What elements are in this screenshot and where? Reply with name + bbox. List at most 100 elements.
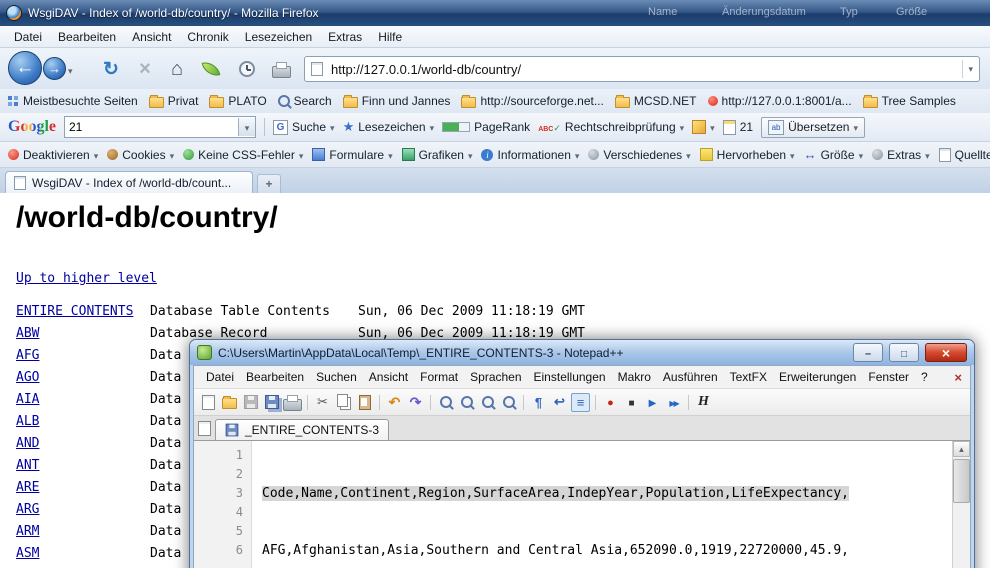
history-button[interactable] xyxy=(234,56,260,82)
menu-chronik[interactable]: Chronik xyxy=(179,28,236,46)
paste-button[interactable] xyxy=(355,393,374,412)
bookmark-localhost-8001[interactable]: http://127.0.0.1:8001/a... xyxy=(708,94,852,108)
npp-menu-suchen[interactable]: Suchen xyxy=(310,368,363,386)
back-button[interactable] xyxy=(8,51,42,85)
editor-tab[interactable]: _ENTIRE_CONTENTS-3 xyxy=(215,419,389,440)
feed-button[interactable] xyxy=(198,56,224,82)
npp-menu-fenster[interactable]: Fenster xyxy=(862,368,915,386)
bookmark-sourceforge[interactable]: http://sourceforge.net... xyxy=(461,94,603,108)
reload-button[interactable] xyxy=(98,56,124,82)
npp-menu-einstellungen[interactable]: Einstellungen xyxy=(528,368,612,386)
menubar-close-icon[interactable] xyxy=(954,370,964,385)
print-button[interactable] xyxy=(283,393,302,412)
npp-menu-makro[interactable]: Makro xyxy=(612,368,657,386)
entry-link[interactable]: ABW xyxy=(16,326,150,341)
play-macro-button[interactable] xyxy=(643,393,662,412)
stop-button[interactable] xyxy=(132,56,158,82)
new-tab-button[interactable]: + xyxy=(257,174,281,193)
npp-menu-textfx[interactable]: TextFX xyxy=(724,368,773,386)
entry-link[interactable]: ASM xyxy=(16,546,150,561)
entry-link[interactable]: ANT xyxy=(16,458,150,473)
notes-count-button[interactable]: 21 xyxy=(723,120,753,135)
highlight-button[interactable] xyxy=(692,120,715,134)
indent-guide-button[interactable] xyxy=(571,393,590,412)
npp-menu-sprachen[interactable]: Sprachen xyxy=(464,368,527,386)
webdev-css[interactable]: Keine CSS-Fehler xyxy=(183,148,303,162)
webdev-cookies[interactable]: Cookies xyxy=(107,148,174,162)
entry-link[interactable]: AGO xyxy=(16,370,150,385)
entry-link[interactable]: ARE xyxy=(16,480,150,495)
bookmark-meistbesuchte[interactable]: Meistbesuchte Seiten xyxy=(8,94,138,108)
save-all-button[interactable] xyxy=(262,393,281,412)
google-suche-button[interactable]: Suche xyxy=(273,120,335,135)
webdev-informationen[interactable]: Informationen xyxy=(481,148,579,162)
webdev-quelltext[interactable]: Quellte xyxy=(939,148,990,162)
print-button[interactable] xyxy=(268,56,294,82)
menu-lesezeichen[interactable]: Lesezeichen xyxy=(237,28,320,46)
webdev-grafiken[interactable]: Grafiken xyxy=(402,148,473,162)
npp-menu-help[interactable]: ? xyxy=(915,368,934,386)
menu-extras[interactable]: Extras xyxy=(320,28,370,46)
url-input[interactable] xyxy=(329,61,956,78)
open-file-button[interactable] xyxy=(220,393,239,412)
translate-button[interactable]: Übersetzen xyxy=(761,117,865,138)
npp-menu-ausfuehren[interactable]: Ausführen xyxy=(657,368,724,386)
spellcheck-button[interactable]: Rechtschreibprüfung xyxy=(538,120,684,134)
npp-menu-format[interactable]: Format xyxy=(414,368,464,386)
npp-menu-erweiterungen[interactable]: Erweiterungen xyxy=(773,368,862,386)
webdev-deaktivieren[interactable]: Deaktivieren xyxy=(8,148,98,162)
npp-menu-datei[interactable]: Datei xyxy=(200,368,240,386)
zoom-in-button[interactable] xyxy=(478,393,497,412)
bookmark-plato[interactable]: PLATO xyxy=(209,94,266,108)
stop-macro-button[interactable] xyxy=(622,393,641,412)
menu-datei[interactable]: Datei xyxy=(6,28,50,46)
menu-hilfe[interactable]: Hilfe xyxy=(370,28,410,46)
redo-button[interactable] xyxy=(406,393,425,412)
save-button[interactable] xyxy=(241,393,260,412)
pagerank-indicator[interactable]: PageRank xyxy=(442,120,530,134)
entry-link[interactable]: AIA xyxy=(16,392,150,407)
menu-ansicht[interactable]: Ansicht xyxy=(124,28,179,46)
new-file-button[interactable] xyxy=(199,393,218,412)
entry-link[interactable]: ENTIRE CONTENTS xyxy=(16,304,150,319)
cut-button[interactable] xyxy=(313,393,332,412)
webdev-groesse[interactable]: Größe xyxy=(804,147,864,162)
editor-area[interactable]: 1 2 3 4 5 6 Code,Name,Continent,Region,S… xyxy=(194,440,970,568)
entry-link[interactable]: ARG xyxy=(16,502,150,517)
forward-button[interactable] xyxy=(43,57,66,80)
text-content[interactable]: Code,Name,Continent,Region,SurfaceArea,I… xyxy=(252,441,952,568)
google-lesezeichen-button[interactable]: Lesezeichen xyxy=(343,119,435,135)
word-wrap-button[interactable] xyxy=(550,393,569,412)
show-all-chars-button[interactable] xyxy=(529,393,548,412)
notepadpp-titlebar[interactable]: C:\Users\Martin\AppData\Local\Temp\_ENTI… xyxy=(190,340,974,365)
firefox-titlebar[interactable]: WsgiDAV - Index of /world-db/country/ - … xyxy=(0,0,990,26)
google-search-box[interactable] xyxy=(64,116,256,138)
bookmark-tree-samples[interactable]: Tree Samples xyxy=(863,94,956,108)
maximize-button[interactable] xyxy=(889,343,919,362)
record-macro-button[interactable] xyxy=(601,393,620,412)
close-button[interactable] xyxy=(925,343,967,362)
webdev-verschiedenes[interactable]: Verschiedenes xyxy=(588,148,690,162)
npp-menu-ansicht[interactable]: Ansicht xyxy=(363,368,414,386)
textfx-button[interactable] xyxy=(694,393,713,412)
bookmark-finn-und-jannes[interactable]: Finn und Jannes xyxy=(343,94,451,108)
npp-menu-bearbeiten[interactable]: Bearbeiten xyxy=(240,368,310,386)
document-list-icon[interactable] xyxy=(198,421,211,436)
find-button[interactable] xyxy=(436,393,455,412)
google-search-input[interactable] xyxy=(65,120,238,134)
scrollbar-thumb[interactable] xyxy=(953,459,970,503)
forward-dropdown-icon[interactable] xyxy=(68,63,73,77)
url-dropdown-icon[interactable] xyxy=(962,60,973,78)
menu-bearbeiten[interactable]: Bearbeiten xyxy=(50,28,124,46)
run-macro-multiple-button[interactable] xyxy=(664,393,683,412)
entry-link[interactable]: ARM xyxy=(16,524,150,539)
undo-button[interactable] xyxy=(385,393,404,412)
bookmark-mcsd[interactable]: MCSD.NET xyxy=(615,94,697,108)
webdev-extras[interactable]: Extras xyxy=(872,148,930,162)
copy-button[interactable] xyxy=(334,393,353,412)
url-bar[interactable] xyxy=(304,56,980,82)
entry-link[interactable]: AND xyxy=(16,436,150,451)
scroll-up-icon[interactable] xyxy=(953,441,970,457)
replace-button[interactable] xyxy=(457,393,476,412)
bookmark-search[interactable]: Search xyxy=(278,94,332,108)
